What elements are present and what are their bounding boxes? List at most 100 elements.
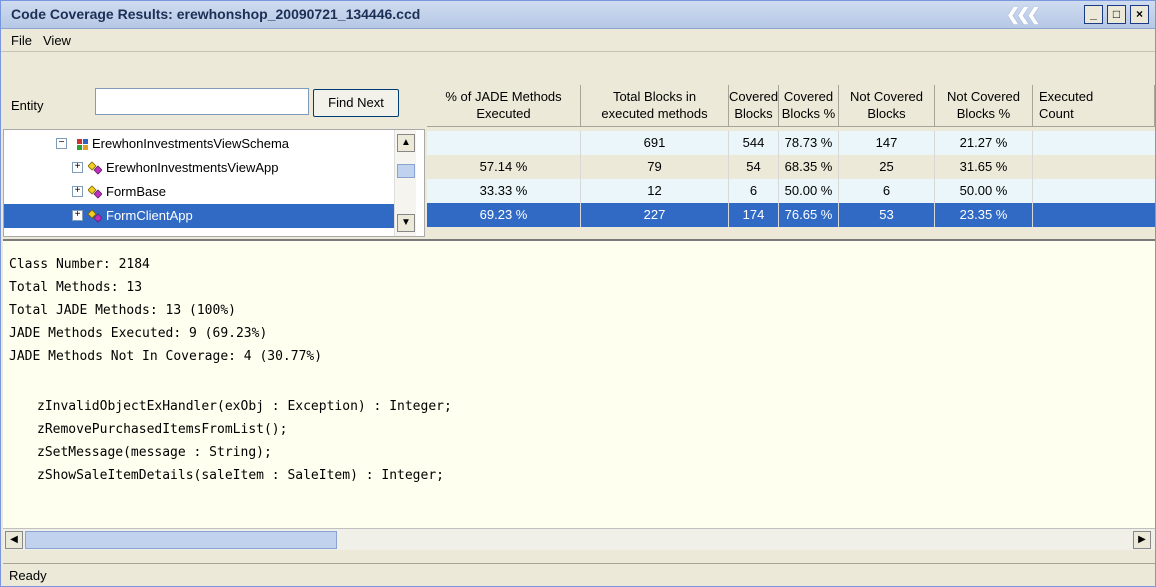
cell-not-covered: 6: [839, 179, 935, 203]
class-details-pane[interactable]: Class Number: 2184 Total Methods: 13 Tot…: [3, 239, 1155, 528]
cell-executed-count: [1033, 155, 1155, 179]
scroll-left-icon[interactable]: ◀: [5, 531, 23, 549]
header-not-covered-blocks-pct[interactable]: Not Covered Blocks %: [935, 85, 1033, 127]
table-row-selected[interactable]: 69.23 % 227 174 76.65 % 53 23.35 %: [427, 203, 1155, 227]
cell-not-covered: 53: [839, 203, 935, 227]
cell-pct-jade: [427, 131, 581, 155]
detail-line: Class Number: 2184: [9, 257, 150, 272]
header-line: Total Blocks in: [612, 89, 697, 104]
header-line: Executed: [476, 106, 531, 121]
header-line: Count: [1039, 106, 1074, 121]
table-row[interactable]: 691 544 78.73 % 147 21.27 %: [427, 131, 1155, 155]
class-icon: [88, 209, 102, 223]
detail-line: JADE Methods Not In Coverage: 4 (30.77%): [9, 349, 323, 364]
cell-covered: 6: [729, 179, 779, 203]
maximize-button[interactable]: □: [1107, 5, 1126, 24]
cell-covered-pct: 76.65 %: [779, 203, 839, 227]
cell-executed-count: [1033, 203, 1155, 227]
tree-row[interactable]: + ErewhonInvestmentsViewApp: [4, 156, 394, 180]
tree-label: ErewhonInvestmentsViewApp: [106, 160, 279, 175]
cell-covered-pct: 68.35 %: [779, 155, 839, 179]
cell-covered: 54: [729, 155, 779, 179]
collapse-chevrons-icon[interactable]: ❮❮❮: [1006, 5, 1041, 25]
search-pane: Entity Find Next: [3, 85, 425, 127]
tree-row[interactable]: − ErewhonInvestmentsViewSchema: [4, 132, 394, 156]
menu-file[interactable]: File: [11, 33, 32, 48]
cell-covered: 174: [729, 203, 779, 227]
cell-not-covered-pct: 21.27 %: [935, 131, 1033, 155]
tree-row-selected[interactable]: + FormClientApp: [4, 204, 394, 228]
cell-not-covered-pct: 50.00 %: [935, 179, 1033, 203]
tree-label: FormBase: [106, 184, 166, 199]
class-icon: [88, 185, 102, 199]
detail-line: Total JADE Methods: 13 (100%): [9, 303, 236, 318]
table-row[interactable]: 33.33 % 12 6 50.00 % 6 50.00 %: [427, 179, 1155, 203]
cell-total-blocks: 79: [581, 155, 729, 179]
cell-covered-pct: 50.00 %: [779, 179, 839, 203]
cell-total-blocks: 691: [581, 131, 729, 155]
tree-row[interactable]: + FormBase: [4, 180, 394, 204]
entity-label: Entity: [11, 98, 44, 113]
close-button[interactable]: ×: [1130, 5, 1149, 24]
cell-covered: 544: [729, 131, 779, 155]
header-covered-blocks[interactable]: Covered Blocks: [729, 85, 779, 127]
header-line: Not Covered: [947, 89, 1020, 104]
header-line: Blocks: [867, 106, 906, 121]
tree-label: ErewhonInvestmentsViewSchema: [92, 136, 290, 151]
header-not-covered-blocks[interactable]: Not Covered Blocks: [839, 85, 935, 127]
expand-icon[interactable]: +: [72, 210, 83, 221]
cell-not-covered: 25: [839, 155, 935, 179]
scroll-up-icon[interactable]: ▲: [397, 134, 415, 152]
menu-view[interactable]: View: [43, 33, 71, 48]
horizontal-scrollbar[interactable]: ◀ ▶: [3, 528, 1155, 550]
cell-not-covered: 147: [839, 131, 935, 155]
cell-not-covered-pct: 23.35 %: [935, 203, 1033, 227]
header-covered-blocks-pct[interactable]: Covered Blocks %: [779, 85, 839, 127]
detail-line: JADE Methods Executed: 9 (69.23%): [9, 326, 268, 341]
scroll-down-icon[interactable]: ▼: [397, 214, 415, 232]
collapse-icon[interactable]: −: [56, 138, 67, 149]
cell-pct-jade: 69.23 %: [427, 203, 581, 227]
method-line: zRemovePurchasedItemsFromList();: [37, 422, 288, 437]
tree-vertical-scrollbar[interactable]: ▲ ▼: [394, 130, 416, 236]
tree-label: FormClientApp: [106, 208, 193, 223]
detail-line: Total Methods: 13: [9, 280, 143, 295]
title-bar[interactable]: Code Coverage Results: erewhonshop_20090…: [1, 1, 1155, 29]
entity-search-input[interactable]: [95, 88, 309, 115]
cell-pct-jade: 57.14 %: [427, 155, 581, 179]
class-icon: [88, 161, 102, 175]
find-next-button[interactable]: Find Next: [313, 89, 399, 117]
header-line: Not Covered: [850, 89, 923, 104]
method-line: zShowSaleItemDetails(saleItem : SaleItem…: [37, 468, 444, 483]
cell-total-blocks: 12: [581, 179, 729, 203]
header-executed-count[interactable]: Executed Count: [1033, 85, 1155, 127]
header-line: Blocks %: [781, 106, 836, 121]
cell-total-blocks: 227: [581, 203, 729, 227]
minimize-button[interactable]: _: [1084, 5, 1103, 24]
header-line: executed methods: [601, 106, 708, 121]
schema-icon: [77, 139, 88, 150]
cell-executed-count: [1033, 131, 1155, 155]
header-line: Covered: [729, 89, 779, 104]
entity-tree[interactable]: − ErewhonInvestmentsViewSchema + Erewhon…: [3, 129, 425, 237]
method-line: zInvalidObjectExHandler(exObj : Exceptio…: [37, 399, 452, 414]
scroll-thumb[interactable]: [25, 531, 337, 549]
header-line: Blocks %: [956, 106, 1011, 121]
status-bar: Ready: [3, 563, 1155, 586]
header-line: % of JADE Methods: [445, 89, 562, 104]
expand-icon[interactable]: +: [72, 186, 83, 197]
scroll-thumb[interactable]: [397, 164, 415, 178]
header-line: Covered: [783, 89, 834, 104]
expand-icon[interactable]: +: [72, 162, 83, 173]
scroll-right-icon[interactable]: ▶: [1133, 531, 1151, 549]
method-line: zSetMessage(message : String);: [37, 445, 272, 460]
header-total-blocks[interactable]: Total Blocks in executed methods: [581, 85, 729, 127]
header-pct-jade-methods[interactable]: % of JADE Methods Executed: [427, 85, 581, 127]
header-line: Blocks: [734, 106, 773, 121]
table-row[interactable]: 57.14 % 79 54 68.35 % 25 31.65 %: [427, 155, 1155, 179]
coverage-window: Code Coverage Results: erewhonshop_20090…: [0, 0, 1156, 587]
status-text: Ready: [9, 568, 47, 583]
window-title: Code Coverage Results: erewhonshop_20090…: [11, 6, 421, 22]
cell-not-covered-pct: 31.65 %: [935, 155, 1033, 179]
cell-pct-jade: 33.33 %: [427, 179, 581, 203]
